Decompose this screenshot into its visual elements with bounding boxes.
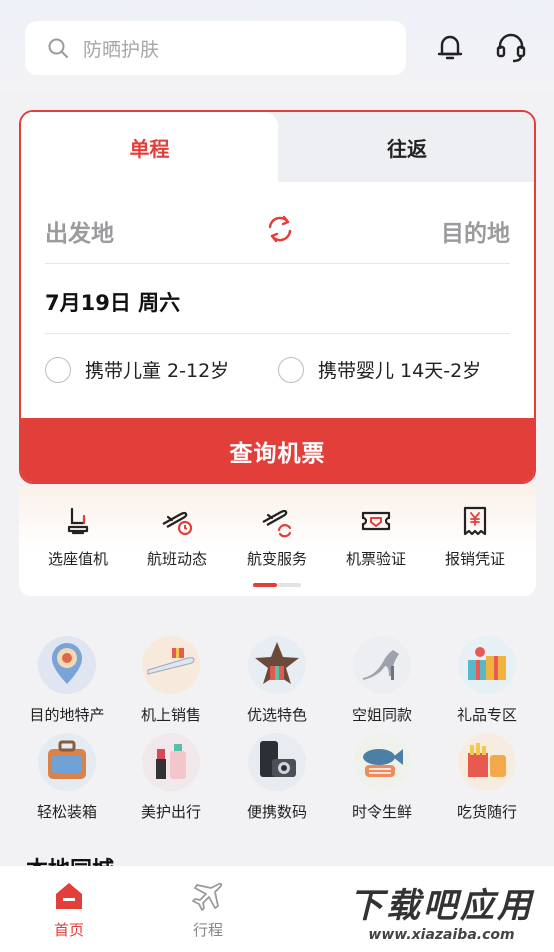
shop-item-label: 优选特色 bbox=[246, 706, 307, 724]
departure-date[interactable]: 7月19日 周六 bbox=[45, 287, 180, 317]
shop-item-label: 吃货随行 bbox=[456, 803, 517, 821]
camera-phone-image bbox=[248, 733, 306, 791]
shop-item-portable-digital[interactable]: 便携数码 bbox=[224, 733, 330, 822]
service-receipt[interactable]: 报销凭证 bbox=[425, 504, 525, 569]
snacks-image bbox=[458, 733, 516, 791]
shopping-grid: 目的地特产 机上销售 优选特色 空姐同款 礼品专区 轻松装箱 美护出行 便携数码… bbox=[0, 628, 554, 828]
headset-icon[interactable] bbox=[494, 30, 528, 64]
service-label: 选座值机 bbox=[47, 550, 108, 568]
top-bar: 防晒护肤 bbox=[0, 0, 554, 92]
departure-city[interactable]: 出发地 bbox=[45, 214, 114, 248]
service-shortcuts: 选座值机 航班动态 航变服务 机票验证 报销凭证 bbox=[19, 486, 536, 596]
service-flight-change[interactable]: 航变服务 bbox=[227, 504, 327, 569]
tab-home-label: 首页 bbox=[53, 921, 84, 939]
swap-cities-icon[interactable] bbox=[263, 212, 297, 246]
divider bbox=[45, 333, 510, 334]
shop-item-label: 轻松装箱 bbox=[36, 803, 97, 821]
child-option-label: 携带儿童 2-12岁 bbox=[85, 360, 230, 382]
airplane-icon bbox=[192, 882, 223, 911]
shop-item-label: 时令生鲜 bbox=[351, 803, 412, 821]
tab-one-way[interactable]: 单程 bbox=[21, 112, 278, 182]
divider bbox=[45, 263, 510, 264]
child-radio[interactable] bbox=[45, 356, 71, 383]
infant-option[interactable]: 携带婴儿 14天-2岁 bbox=[278, 356, 481, 383]
search-flights-button[interactable]: 查询机票 bbox=[21, 418, 534, 482]
shop-item-seasonal-fresh[interactable]: 时令生鲜 bbox=[329, 733, 435, 822]
suitcase-image bbox=[38, 733, 96, 791]
high-heel-image bbox=[353, 636, 411, 694]
shop-item-destination-specialty[interactable]: 目的地特产 bbox=[14, 636, 120, 725]
shop-item-gift-zone[interactable]: 礼品专区 bbox=[434, 636, 540, 725]
flight-change-icon bbox=[262, 509, 292, 538]
location-pin-image bbox=[38, 636, 96, 694]
child-option[interactable]: 携带儿童 2-12岁 bbox=[45, 356, 229, 383]
shop-item-label: 礼品专区 bbox=[456, 706, 517, 724]
service-label: 航变服务 bbox=[246, 550, 307, 568]
cosmetics-image bbox=[142, 733, 200, 791]
receipt-icon bbox=[463, 506, 487, 536]
shop-item-label: 空姐同款 bbox=[351, 706, 412, 724]
seat-icon bbox=[67, 507, 89, 535]
tab-itinerary-label: 行程 bbox=[192, 921, 223, 939]
shop-item-stewardess-style[interactable]: 空姐同款 bbox=[329, 636, 435, 725]
service-seat-checkin[interactable]: 选座值机 bbox=[28, 504, 128, 569]
fresh-fish-image bbox=[353, 733, 411, 791]
bell-icon[interactable] bbox=[433, 30, 467, 64]
watermark: 下载吧应用 www.xiazaiba.com bbox=[333, 873, 550, 948]
shop-item-snacks[interactable]: 吃货随行 bbox=[434, 733, 540, 822]
search-placeholder: 防晒护肤 bbox=[83, 38, 160, 61]
shop-item-easy-packing[interactable]: 轻松装箱 bbox=[14, 733, 120, 822]
shop-item-label: 便携数码 bbox=[246, 803, 307, 821]
flight-search-card: 单程 往返 出发地 目的地 7月19日 周六 携带儿童 2-12岁 携带婴儿 1… bbox=[19, 110, 536, 484]
shop-item-inflight-sales[interactable]: 机上销售 bbox=[118, 636, 224, 725]
tab-round-trip[interactable]: 往返 bbox=[278, 112, 534, 182]
page-dot bbox=[277, 583, 301, 587]
flight-clock-icon bbox=[162, 511, 193, 536]
service-flight-status[interactable]: 航班动态 bbox=[127, 504, 227, 569]
arrival-city[interactable]: 目的地 bbox=[441, 214, 510, 248]
search-icon bbox=[48, 38, 68, 58]
home-icon bbox=[56, 883, 82, 909]
shop-item-label: 目的地特产 bbox=[29, 706, 105, 724]
trip-type-tabs: 单程 往返 bbox=[21, 112, 534, 182]
infant-radio[interactable] bbox=[278, 356, 304, 383]
page-indicator bbox=[253, 583, 301, 587]
watermark-url: www.xiazaiba.com bbox=[368, 927, 515, 943]
service-label: 机票验证 bbox=[345, 550, 406, 568]
service-label: 报销凭证 bbox=[444, 550, 505, 568]
shop-item-beauty-travel[interactable]: 美护出行 bbox=[118, 733, 224, 822]
service-label: 航班动态 bbox=[146, 550, 207, 568]
ticket-verify-icon bbox=[361, 511, 391, 531]
gift-box-image bbox=[458, 636, 516, 694]
section-title: 本地同城 bbox=[26, 852, 114, 866]
watermark-text: 下载吧应用 bbox=[349, 886, 534, 926]
shop-item-label: 美护出行 bbox=[140, 803, 201, 821]
search-input[interactable]: 防晒护肤 bbox=[25, 21, 406, 75]
page-dot-active bbox=[253, 583, 277, 587]
city-selector: 出发地 目的地 bbox=[45, 210, 510, 252]
star-gift-image bbox=[248, 636, 306, 694]
service-ticket-verify[interactable]: 机票验证 bbox=[326, 504, 426, 569]
airplane-gift-image bbox=[142, 636, 200, 694]
shop-item-featured[interactable]: 优选特色 bbox=[224, 636, 330, 725]
shop-item-label: 机上销售 bbox=[140, 706, 201, 724]
infant-option-label: 携带婴儿 14天-2岁 bbox=[318, 360, 482, 382]
tab-itinerary[interactable]: 行程 bbox=[163, 880, 253, 940]
tab-home[interactable]: 首页 bbox=[24, 880, 114, 940]
